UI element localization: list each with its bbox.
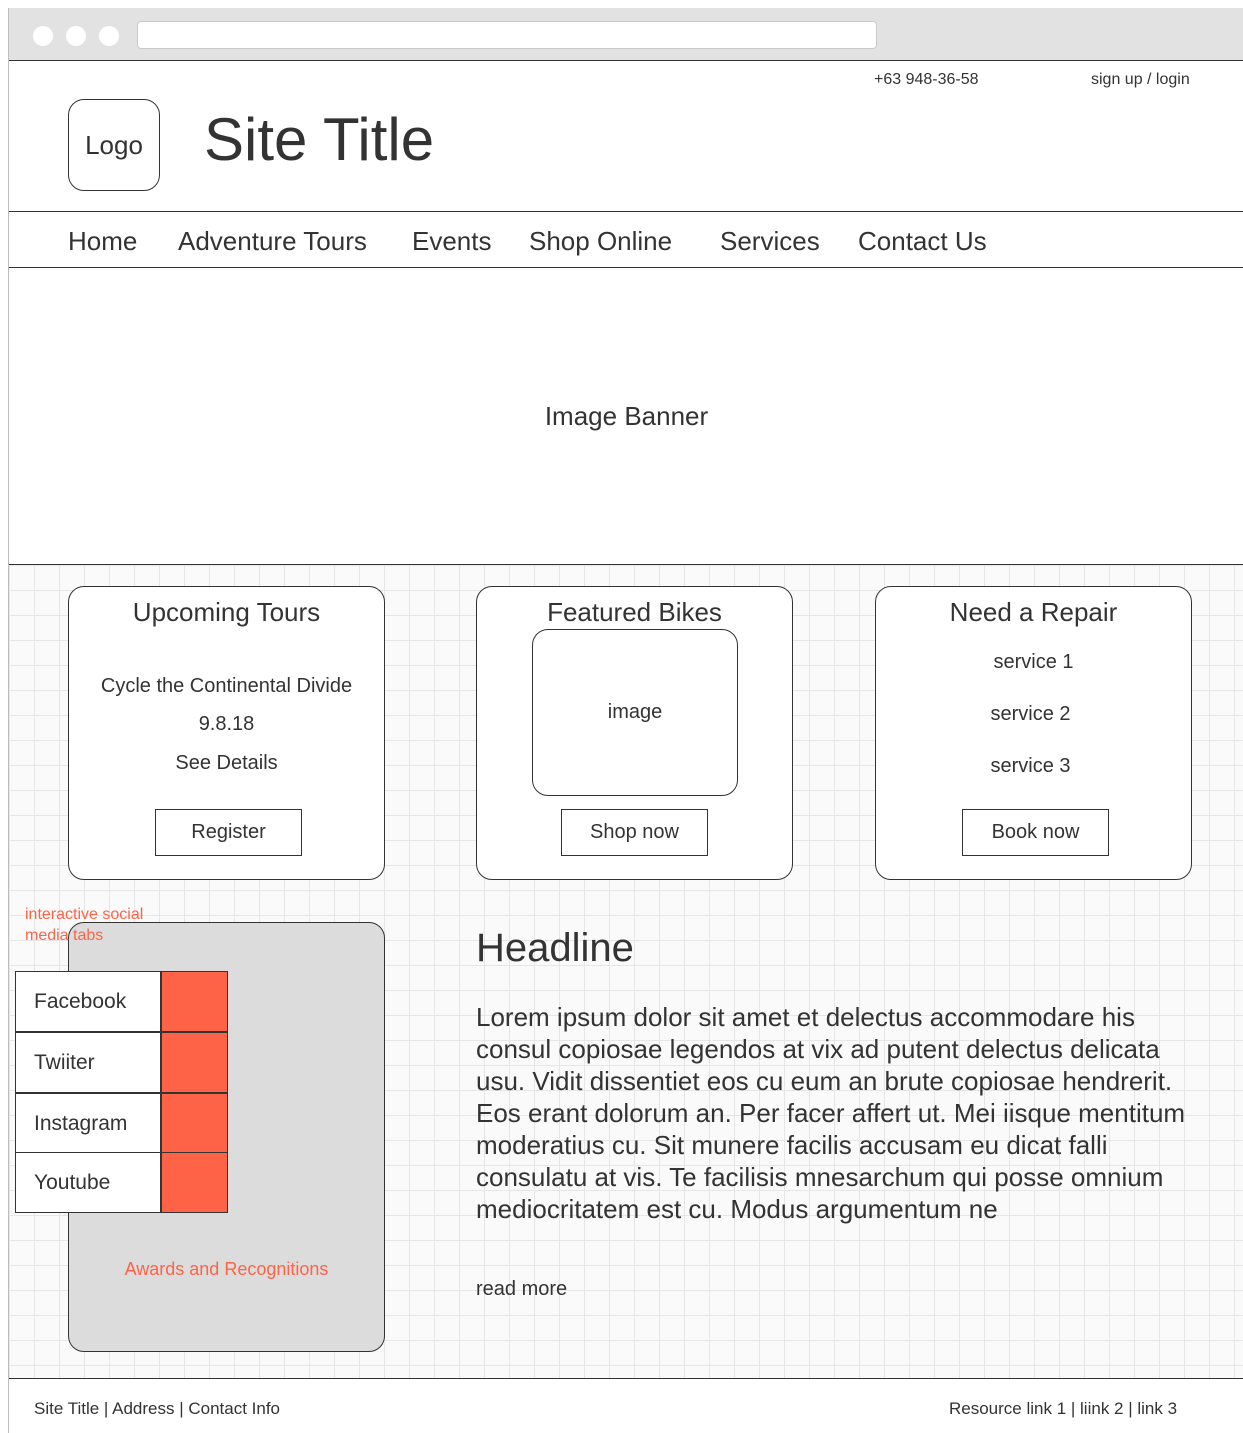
site-title: Site Title bbox=[204, 106, 435, 173]
tab-youtube-label: Youtube bbox=[34, 1170, 111, 1194]
facebook-tab-marker[interactable] bbox=[161, 971, 228, 1032]
instagram-tab-marker[interactable] bbox=[161, 1093, 228, 1154]
tab-instagram-label: Instagram bbox=[34, 1111, 128, 1135]
site-header: +63 948-36-58 sign up / login Logo Site … bbox=[9, 60, 1243, 212]
bike-image-placeholder[interactable]: image bbox=[532, 629, 738, 796]
service-3[interactable]: service 3 bbox=[870, 755, 1191, 778]
service-1[interactable]: service 1 bbox=[876, 651, 1191, 674]
awards-label: Awards and Recognitions bbox=[124, 1259, 329, 1279]
tour-name: Cycle the Continental Divide bbox=[100, 675, 353, 697]
window-close-dot[interactable] bbox=[33, 26, 53, 46]
read-more-link[interactable]: read more bbox=[476, 1278, 567, 1301]
logo[interactable]: Logo bbox=[68, 99, 160, 191]
phone-number: +63 948-36-58 bbox=[874, 71, 979, 88]
article-body: Lorem ipsum dolor sit amet et delectus a… bbox=[476, 1002, 1186, 1224]
social-tabs-note: interactive social media tabs bbox=[25, 906, 144, 944]
nav-home[interactable]: Home bbox=[68, 226, 137, 257]
twitter-tab-marker[interactable] bbox=[161, 1032, 228, 1093]
shop-now-button-label: Shop now bbox=[590, 821, 679, 843]
repair-title: Need a Repair bbox=[949, 597, 1118, 627]
window-minimize-dot[interactable] bbox=[66, 26, 86, 46]
tab-twitter[interactable]: Twiiter bbox=[15, 1032, 161, 1093]
nav-services[interactable]: Services bbox=[720, 226, 820, 257]
article-headline: Headline bbox=[476, 926, 634, 970]
browser-titlebar bbox=[9, 8, 1243, 60]
service-2[interactable]: service 2 bbox=[870, 703, 1191, 726]
nav-adventure-tours[interactable]: Adventure Tours bbox=[178, 226, 367, 257]
see-details-link[interactable]: See Details bbox=[69, 752, 384, 775]
tab-youtube[interactable]: Youtube bbox=[15, 1152, 161, 1213]
window-maximize-dot[interactable] bbox=[99, 26, 119, 46]
banner-label: Image Banner bbox=[544, 400, 709, 431]
tab-twitter-label: Twiiter bbox=[34, 1050, 95, 1074]
browser-window: +63 948-36-58 sign up / login Logo Site … bbox=[8, 8, 1243, 1433]
site-footer: Site Title | Address | Contact Info Reso… bbox=[9, 1378, 1243, 1433]
nav-contact-us[interactable]: Contact Us bbox=[858, 226, 987, 257]
main-nav: Home Adventure Tours Events Shop Online … bbox=[9, 212, 1243, 268]
address-bar[interactable] bbox=[137, 21, 877, 49]
upcoming-tours-card: Upcoming Tours Cycle the Continental Div… bbox=[68, 586, 385, 880]
featured-bikes-card: Featured Bikes image Shop now bbox=[476, 586, 793, 880]
logo-label: Logo bbox=[85, 129, 143, 160]
tab-facebook[interactable]: Facebook bbox=[15, 971, 161, 1032]
shop-now-button[interactable]: Shop now bbox=[561, 809, 708, 856]
tab-facebook-label: Facebook bbox=[34, 989, 127, 1013]
nav-events[interactable]: Events bbox=[412, 226, 492, 257]
register-button[interactable]: Register bbox=[155, 809, 302, 856]
book-now-button[interactable]: Book now bbox=[962, 809, 1109, 856]
featured-bikes-title: Featured Bikes bbox=[547, 597, 722, 627]
youtube-tab-marker[interactable] bbox=[161, 1152, 228, 1213]
book-now-button-label: Book now bbox=[991, 821, 1080, 843]
footer-info: Site Title | Address | Contact Info bbox=[34, 1399, 281, 1418]
register-button-label: Register bbox=[191, 821, 266, 843]
image-banner: Image Banner bbox=[9, 268, 1243, 565]
nav-shop-online[interactable]: Shop Online bbox=[529, 226, 672, 257]
tab-instagram[interactable]: Instagram bbox=[15, 1093, 161, 1154]
signup-login-link[interactable]: sign up / login bbox=[1091, 71, 1190, 89]
repair-card: Need a Repair service 1 service 2 servic… bbox=[875, 586, 1192, 880]
footer-links[interactable]: Resource link 1 | liink 2 | link 3 bbox=[949, 1399, 1177, 1419]
upcoming-tours-title: Upcoming Tours bbox=[132, 597, 321, 627]
image-label: image bbox=[607, 701, 663, 723]
tour-date: 9.8.18 bbox=[198, 713, 255, 735]
